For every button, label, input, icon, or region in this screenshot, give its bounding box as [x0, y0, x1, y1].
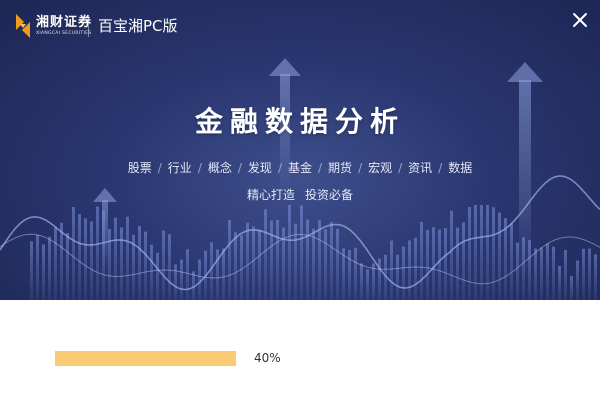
category-item: 概念	[207, 161, 232, 175]
category-separator: /	[277, 161, 282, 175]
category-item: 宏观	[368, 161, 393, 175]
slogan-part: 投资必备	[305, 188, 354, 202]
brand-name-cn: 湘财证券	[36, 15, 93, 30]
category-separator: /	[197, 161, 202, 175]
category-separator: /	[438, 161, 443, 175]
category-item: 数据	[448, 161, 473, 175]
slogan-part: 精心打造	[246, 188, 295, 202]
category-item: 资讯	[408, 161, 433, 175]
category-item: 行业	[167, 161, 192, 175]
close-icon[interactable]	[570, 10, 590, 30]
category-separator: /	[318, 161, 323, 175]
app-name: 百宝湘PC版	[98, 17, 178, 35]
category-item: 基金	[287, 161, 312, 175]
category-separator: /	[358, 161, 363, 175]
category-list: 股票 / 行业 / 概念 / 发现 / 基金 / 期货 / 宏观 / 资讯 / 数据	[0, 159, 600, 177]
splash-headline: 金融数据分析	[194, 105, 405, 138]
brand-logo-icon	[16, 14, 30, 38]
title-bar: 湘财证券 XIANGCAI SECURITIES 百宝湘PC版	[0, 0, 600, 52]
splash-banner: 湘财证券 XIANGCAI SECURITIES 百宝湘PC版 金融数据分析 股…	[0, 0, 600, 300]
category-item: 股票	[127, 161, 152, 175]
category-separator: /	[398, 161, 403, 175]
title-divider	[88, 15, 89, 37]
brand-name-en: XIANGCAI SECURITIES	[36, 31, 92, 36]
category-item: 期货	[328, 161, 353, 175]
loading-progress-label: 40%	[254, 351, 281, 365]
slogan: 精心打造 投资必备	[0, 186, 600, 204]
category-separator: /	[157, 161, 162, 175]
category-item: 发现	[247, 161, 272, 175]
brand-logo: 湘财证券 XIANGCAI SECURITIES	[14, 12, 92, 40]
loading-progress-fill	[55, 351, 236, 366]
category-separator: /	[237, 161, 242, 175]
loader-window: 湘财证券 XIANGCAI SECURITIES 百宝湘PC版 金融数据分析 股…	[0, 0, 600, 416]
loading-progress-bar	[55, 351, 508, 366]
